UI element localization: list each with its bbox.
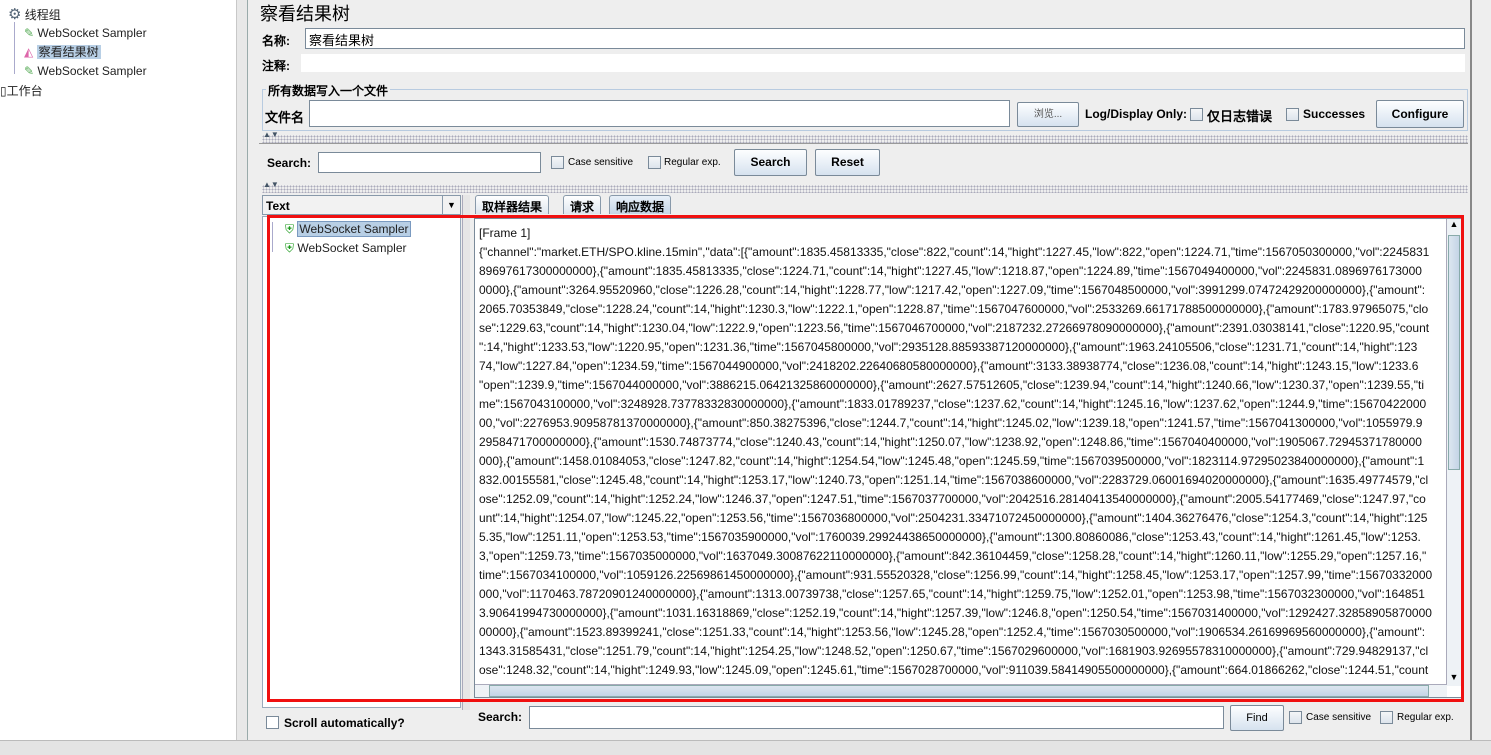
successes-label: Successes <box>1303 107 1366 121</box>
successes-checkbox[interactable] <box>1286 108 1299 121</box>
comment-input[interactable] <box>301 54 1465 72</box>
file-name-label: 文件名 <box>265 110 305 125</box>
tab-response-data[interactable]: 响应数据 <box>609 195 672 214</box>
tree-item-view-results-tree[interactable]: ◭ 察看结果树 <box>24 43 101 61</box>
tab-request[interactable]: 请求 <box>563 195 602 214</box>
case-sensitive-label: Case sensitive <box>568 157 634 168</box>
configure-button[interactable]: Configure <box>1376 100 1464 128</box>
collapse-arrows-icon[interactable]: ▲▼ <box>263 130 279 139</box>
find-regex-checkbox[interactable] <box>1380 711 1393 724</box>
tree-item-websocket-sampler-2[interactable]: ✎ WebSocket Sampler <box>24 62 147 80</box>
search-input[interactable] <box>318 152 541 173</box>
renderer-select[interactable]: Text ▼ <box>262 195 461 215</box>
splitter-top[interactable] <box>262 135 1468 143</box>
find-input[interactable] <box>529 706 1224 729</box>
browse-button[interactable]: 浏览... <box>1017 102 1079 127</box>
find-case-label: Case sensitive <box>1306 712 1372 723</box>
scroll-auto-checkbox[interactable] <box>266 716 279 729</box>
workbench-icon: ▯ <box>0 84 7 98</box>
find-case-checkbox[interactable] <box>1289 711 1302 724</box>
file-name-input[interactable] <box>309 100 1010 127</box>
page-title: 察看结果树 <box>260 4 350 24</box>
pipette-icon: ✎ <box>24 64 35 78</box>
tree-item-thread-group[interactable]: ⚙ 线程组 <box>8 6 61 24</box>
tree-item-websocket-sampler-1[interactable]: ✎ WebSocket Sampler <box>24 24 147 42</box>
find-button[interactable]: Find <box>1230 705 1284 731</box>
collapse-arrows-icon[interactable]: ▲▼ <box>263 180 279 189</box>
graph-icon: ◭ <box>24 45 34 59</box>
window-edge <box>1470 0 1491 740</box>
splitter[interactable] <box>236 0 248 745</box>
search-label: Search: <box>267 156 312 170</box>
name-input[interactable]: 察看结果树 <box>305 28 1465 49</box>
regex-checkbox[interactable] <box>648 156 661 169</box>
file-group-title: 所有数据写入一个文件 <box>266 82 391 99</box>
pipette-icon: ✎ <box>24 26 35 40</box>
highlight-box <box>267 215 1464 702</box>
gear-icon: ⚙ <box>8 6 22 23</box>
name-label: 名称: <box>262 34 290 48</box>
reset-button[interactable]: Reset <box>815 149 880 176</box>
case-sensitive-checkbox[interactable] <box>551 156 564 169</box>
errors-only-label: 仅日志错误 <box>1207 109 1273 124</box>
find-label: Search: <box>478 710 523 724</box>
log-display-label: Log/Display Only: <box>1085 107 1188 121</box>
splitter-middle[interactable] <box>262 185 1468 193</box>
toolbar-strip <box>0 740 1491 755</box>
comment-label: 注释: <box>262 59 290 73</box>
tree-item-workbench[interactable]: ▯工作台 <box>0 82 43 100</box>
search-button[interactable]: Search <box>734 149 807 176</box>
scroll-auto-label: Scroll automatically? <box>284 716 405 730</box>
test-plan-tree[interactable]: ⚙ 线程组 ✎ WebSocket Sampler ◭ 察看结果树 ✎ WebS… <box>0 0 236 745</box>
find-regex-label: Regular exp. <box>1397 712 1454 723</box>
chevron-down-icon[interactable]: ▼ <box>442 196 460 214</box>
errors-only-checkbox[interactable] <box>1190 108 1203 121</box>
regex-label: Regular exp. <box>664 157 721 168</box>
tab-sampler-result[interactable]: 取样器结果 <box>475 195 550 214</box>
